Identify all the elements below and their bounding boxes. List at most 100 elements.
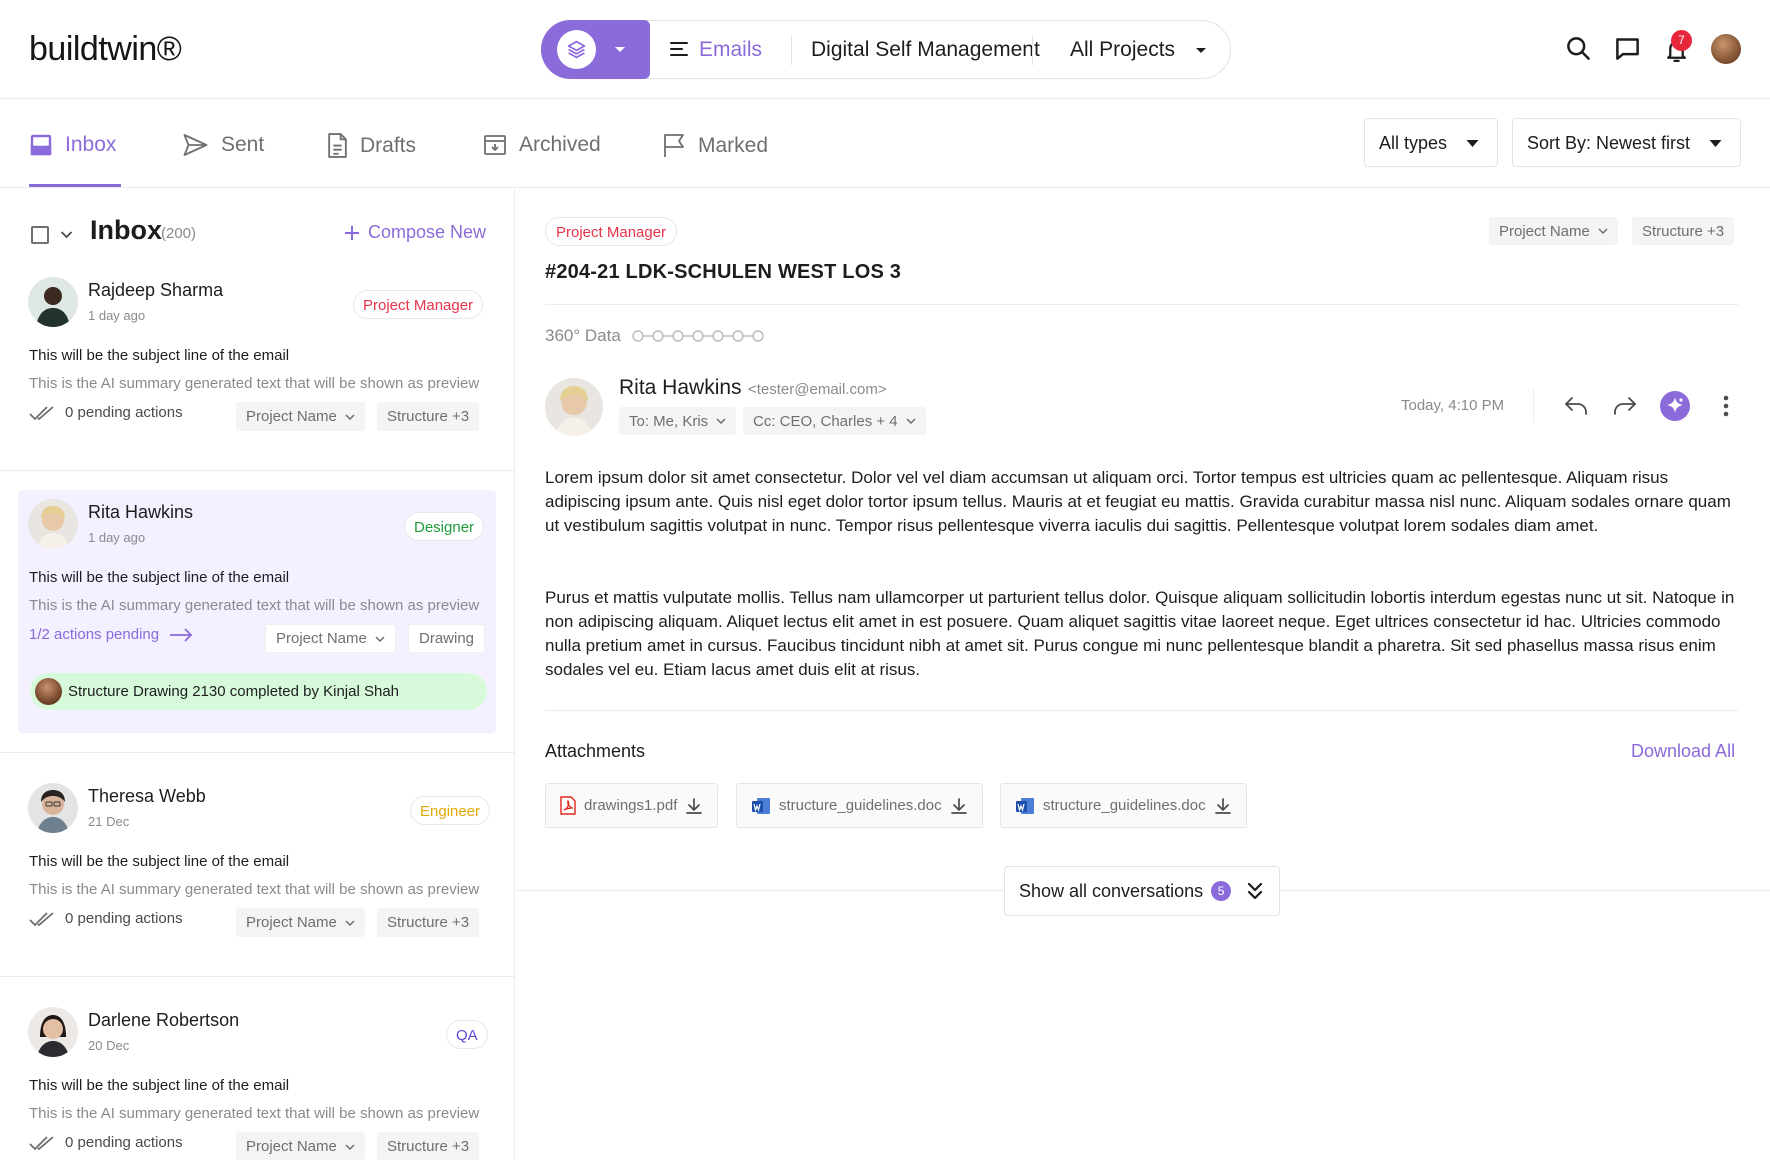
attachment-item[interactable]: structure_guidelines.doc — [736, 783, 983, 828]
email-list-item[interactable]: Rita Hawkins 1 day ago Designer This wil… — [0, 499, 514, 753]
type-filter-dropdown[interactable]: All types — [1364, 118, 1498, 167]
progress-steps-icon — [632, 330, 764, 342]
structure-chip[interactable]: Structure +3 — [377, 402, 480, 431]
reply-icon[interactable] — [1564, 396, 1588, 416]
select-all-checkbox[interactable] — [31, 226, 49, 244]
forward-icon[interactable] — [1613, 396, 1637, 416]
compose-label: Compose New — [367, 222, 486, 242]
project-selector[interactable]: Digital Self Management — [811, 38, 1040, 62]
pdf-icon — [560, 796, 576, 815]
avatar — [28, 499, 78, 549]
project-chip-label: Project Name — [1499, 222, 1590, 240]
scope-selector[interactable]: All Projects — [1070, 38, 1175, 62]
role-badge: Engineer — [410, 796, 491, 825]
pending-actions-label: 0 pending actions — [65, 404, 183, 421]
tab-archived[interactable]: Archived — [483, 133, 601, 157]
email-subject: This will be the subject line of the ema… — [29, 1077, 290, 1094]
structure-chip[interactable]: Structure +3 — [1632, 217, 1735, 245]
menu-icon[interactable] — [670, 41, 688, 57]
attachment-item[interactable]: structure_guidelines.doc — [1000, 783, 1247, 828]
conversation-count-badge: 5 — [1211, 881, 1232, 901]
more-options-icon[interactable] — [1723, 395, 1729, 417]
project-chip[interactable]: Project Name — [1489, 217, 1618, 245]
role-badge: Designer — [404, 512, 485, 541]
email-list-item[interactable]: Darlene Robertson 20 Dec QA This will be… — [0, 1007, 514, 1160]
structure-chip[interactable]: Structure +3 — [377, 1132, 480, 1160]
mail-tabs: Inbox Sent Drafts Archived Marked All ty… — [0, 99, 1770, 188]
to-recipients-dropdown[interactable]: To: Me, Kris — [619, 407, 737, 435]
received-time: 21 Dec — [88, 814, 130, 829]
cc-recipients-dropdown[interactable]: Cc: CEO, Charles + 4 — [743, 407, 926, 435]
project-chip-label: Project Name — [246, 914, 337, 931]
attachment-item[interactable]: drawings1.pdf — [545, 783, 719, 828]
divider — [0, 752, 514, 753]
divider — [545, 710, 1738, 711]
layers-icon — [557, 30, 596, 69]
search-icon[interactable] — [1565, 35, 1592, 62]
chevron-down-icon — [1598, 228, 1608, 234]
chevron-down-icon — [375, 635, 385, 642]
project-chip[interactable]: Project Name — [265, 624, 396, 653]
word-icon — [1016, 797, 1034, 814]
sender-name: Theresa Webb — [88, 786, 206, 806]
download-icon[interactable] — [1214, 797, 1232, 815]
double-check-icon — [29, 1135, 54, 1150]
actions-pending-link[interactable]: 1/2 actions pending — [29, 626, 193, 643]
project-chip[interactable]: Project Name — [236, 908, 365, 937]
app-switcher-button[interactable] — [541, 20, 650, 79]
user-avatar[interactable] — [1711, 34, 1741, 64]
role-badge: QA — [446, 1020, 488, 1049]
divider — [791, 35, 792, 65]
chevron-down-icon — [345, 919, 355, 926]
attachments-heading: Attachments — [545, 741, 646, 761]
tab-drafts[interactable]: Drafts — [327, 133, 416, 158]
divider — [0, 470, 514, 471]
divider — [1533, 389, 1534, 423]
sort-dropdown[interactable]: Sort By: Newest first — [1512, 118, 1741, 167]
data-360-progress[interactable]: 360° Data — [545, 326, 777, 346]
tab-label: Inbox — [65, 133, 117, 156]
tab-label: Marked — [698, 133, 769, 157]
tab-sent[interactable]: Sent — [182, 133, 264, 157]
email-list-item[interactable]: Theresa Webb 21 Dec Engineer This will b… — [0, 783, 514, 977]
download-icon[interactable] — [950, 797, 968, 815]
module-emails[interactable]: Emails — [699, 38, 762, 62]
project-chip-label: Project Name — [276, 630, 367, 647]
app-logo[interactable]: buildtwin® — [29, 30, 182, 69]
tab-inbox[interactable]: Inbox — [29, 133, 116, 157]
chevron-down-icon — [1709, 140, 1722, 147]
role-badge: Project Manager — [545, 217, 678, 246]
show-all-label: Show all conversations — [1019, 880, 1204, 901]
double-chevron-down-icon — [1248, 882, 1263, 900]
chat-icon[interactable] — [1614, 35, 1641, 62]
list-header: Inbox (200) Compose New — [29, 215, 499, 255]
structure-chip[interactable]: Structure +3 — [377, 908, 480, 937]
tab-label: Archived — [519, 133, 601, 156]
drawing-chip[interactable]: Drawing — [408, 624, 486, 653]
attachment-name: structure_guidelines.doc — [779, 797, 942, 814]
avatar — [28, 783, 78, 833]
pending-actions-label: 0 pending actions — [65, 910, 183, 927]
chevron-down-icon[interactable] — [60, 231, 73, 239]
chevron-down-icon — [716, 418, 726, 424]
arrow-right-icon — [170, 627, 193, 642]
email-list-pane: Inbox (200) Compose New Rajdeep Sharma 1… — [0, 189, 515, 1160]
download-all-link[interactable]: Download All — [1631, 741, 1735, 762]
pending-actions: 0 pending actions — [29, 404, 183, 421]
chevron-down-icon[interactable] — [1195, 47, 1207, 55]
type-filter-label: All types — [1379, 133, 1448, 153]
ai-sparkle-icon[interactable] — [1660, 391, 1690, 421]
active-tab-indicator — [29, 184, 121, 187]
double-check-icon — [29, 405, 54, 420]
chevron-down-icon — [906, 418, 916, 424]
email-preview: This is the AI summary generated text th… — [29, 1105, 480, 1122]
download-icon[interactable] — [685, 797, 703, 815]
project-chip[interactable]: Project Name — [236, 1132, 365, 1160]
attachment-name: drawings1.pdf — [584, 797, 678, 814]
chevron-down-icon — [345, 1143, 355, 1150]
show-all-conversations-button[interactable]: Show all conversations 5 — [1004, 866, 1280, 916]
project-chip[interactable]: Project Name — [236, 402, 365, 431]
compose-button[interactable]: Compose New — [344, 222, 486, 243]
tab-marked[interactable]: Marked — [662, 133, 768, 158]
email-list-item[interactable]: Rajdeep Sharma 1 day ago Project Manager… — [0, 277, 514, 471]
